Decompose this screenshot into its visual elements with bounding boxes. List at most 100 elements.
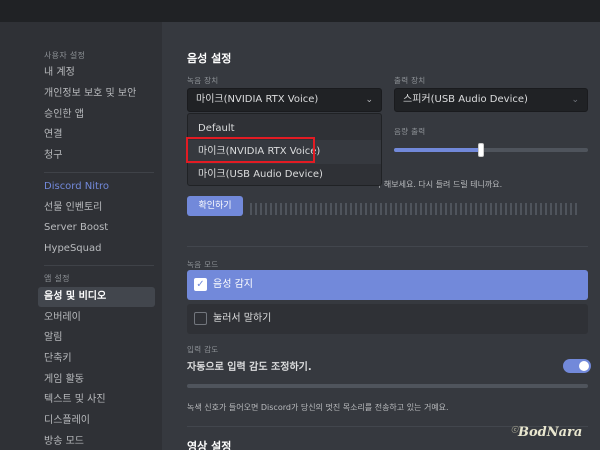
watermark-text: BodNara [518,425,583,440]
meter-tick [280,203,282,215]
meter-tick [485,203,487,215]
sidebar-item-server-boost[interactable]: Server Boost [38,218,155,238]
sidebar-item-billing[interactable]: 청구 [38,146,155,166]
section-app-settings: 앱 설정 [44,274,70,283]
mode-voice-activity[interactable]: ✓ 음성 감지 [187,270,588,300]
meter-tick [300,203,302,215]
output-volume-knob[interactable] [478,143,485,157]
sidebar-item-notifications[interactable]: 알림 [38,328,155,348]
meter-tick [540,203,542,215]
meter-tick [375,203,377,215]
meter-tick [365,203,367,215]
section-user-settings: 사용자 설정 [44,51,86,60]
title-bar [0,0,600,22]
bodnara-logo: ⓒBodNara [511,425,582,440]
mode-push-to-talk[interactable]: 눌러서 말하기 [187,304,588,334]
meter-tick [320,203,322,215]
meter-tick [345,203,347,215]
meter-tick [275,203,277,215]
sidebar-item-authorized-apps[interactable]: 승인한 앱 [38,105,155,125]
sidebar-item-my-account[interactable]: 내 계정 [38,63,155,83]
mode-push-to-talk-label: 눌러서 말하기 [213,313,272,324]
sidebar-item-keybinds[interactable]: 단축키 [38,349,155,369]
output-device-value: 스피커(USB Audio Device) [403,94,528,105]
chevron-down-icon: ⌄ [571,95,579,105]
sidebar-item-hypesquad[interactable]: HypeSquad [38,239,155,259]
meter-tick [350,203,352,215]
check-button[interactable]: 확인하기 [187,196,243,216]
sidebar-item-text-images[interactable]: 텍스트 및 사진 [38,390,155,410]
meter-tick [405,203,407,215]
meter-tick [460,203,462,215]
input-mode-label: 녹음 모드 [187,260,219,269]
meter-tick [390,203,392,215]
meter-tick [360,203,362,215]
meter-tick [495,203,497,215]
meter-tick [310,203,312,215]
meter-tick [340,203,342,215]
sidebar-item-appearance[interactable]: 디스플레이 [38,411,155,431]
meter-tick [530,203,532,215]
sidebar-item-connections[interactable]: 연결 [38,125,155,145]
meter-tick [550,203,552,215]
meter-tick [470,203,472,215]
video-settings-title: 영상 설정 [187,440,232,450]
output-volume-fill [394,148,482,152]
checkbox-icon [194,312,207,325]
meter-tick [270,203,272,215]
meter-tick [420,203,422,215]
meter-tick [510,203,512,215]
mode-voice-activity-label: 음성 감지 [213,279,253,290]
output-device-label: 출력 장치 [394,76,426,85]
meter-tick [370,203,372,215]
meter-tick [335,203,337,215]
meter-tick [445,203,447,215]
meter-tick [545,203,547,215]
settings-sidebar: 사용자 설정 내 계정 개인정보 보호 및 보안 승인한 앱 연결 청구 Dis… [0,22,162,450]
settings-content: 음성 설정 녹음 장치 마이크(NVIDIA RTX Voice) ⌄ 출력 장… [162,22,600,450]
sidebar-item-gift-inventory[interactable]: 선물 인벤토리 [38,198,155,218]
meter-tick [440,203,442,215]
sidebar-item-overlay[interactable]: 오버레이 [38,308,155,328]
sidebar-item-nitro[interactable]: Discord Nitro [38,177,155,197]
meter-tick [290,203,292,215]
meter-tick [325,203,327,215]
meter-tick [400,203,402,215]
meter-tick [560,203,562,215]
meter-tick [450,203,452,215]
meter-tick [355,203,357,215]
meter-tick [455,203,457,215]
output-device-select[interactable]: 스피커(USB Audio Device) ⌄ [394,88,588,112]
mic-test-description: 나 해보세요. 다시 들려 드릴 테니까요. [374,180,503,189]
chevron-up-icon: ⌄ [365,95,373,105]
meter-tick [430,203,432,215]
meter-tick [415,203,417,215]
meter-tick [575,203,577,215]
dropdown-option-usb-mic[interactable]: 마이크(USB Audio Device) [188,163,381,187]
sidebar-divider [44,172,154,173]
input-device-select[interactable]: 마이크(NVIDIA RTX Voice) ⌄ [187,88,382,112]
meter-tick [480,203,482,215]
meter-tick [285,203,287,215]
meter-tick [260,203,262,215]
auto-sensitivity-text: 자동으로 입력 감도 조정하기. [187,362,312,373]
sensitivity-bar [187,384,588,388]
meter-tick [385,203,387,215]
mic-level-meter [250,200,580,215]
meter-tick [490,203,492,215]
auto-sensitivity-toggle[interactable] [563,359,591,373]
sidebar-item-game-activity[interactable]: 게임 활동 [38,370,155,390]
sidebar-item-streamer-mode[interactable]: 방송 모드 [38,432,155,450]
meter-tick [265,203,267,215]
meter-tick [330,203,332,215]
sidebar-item-privacy[interactable]: 개인정보 보호 및 보안 [38,84,155,104]
sensitivity-hint: 녹색 신호가 들어오면 Discord가 당신의 멋진 목소리를 전송하고 있는… [187,403,449,412]
meter-tick [380,203,382,215]
meter-tick [475,203,477,215]
section-divider [187,246,588,247]
output-volume-slider[interactable] [394,148,588,152]
meter-tick [395,203,397,215]
meter-tick [505,203,507,215]
meter-tick [435,203,437,215]
sidebar-item-voice-video[interactable]: 음성 및 비디오 [38,287,155,307]
